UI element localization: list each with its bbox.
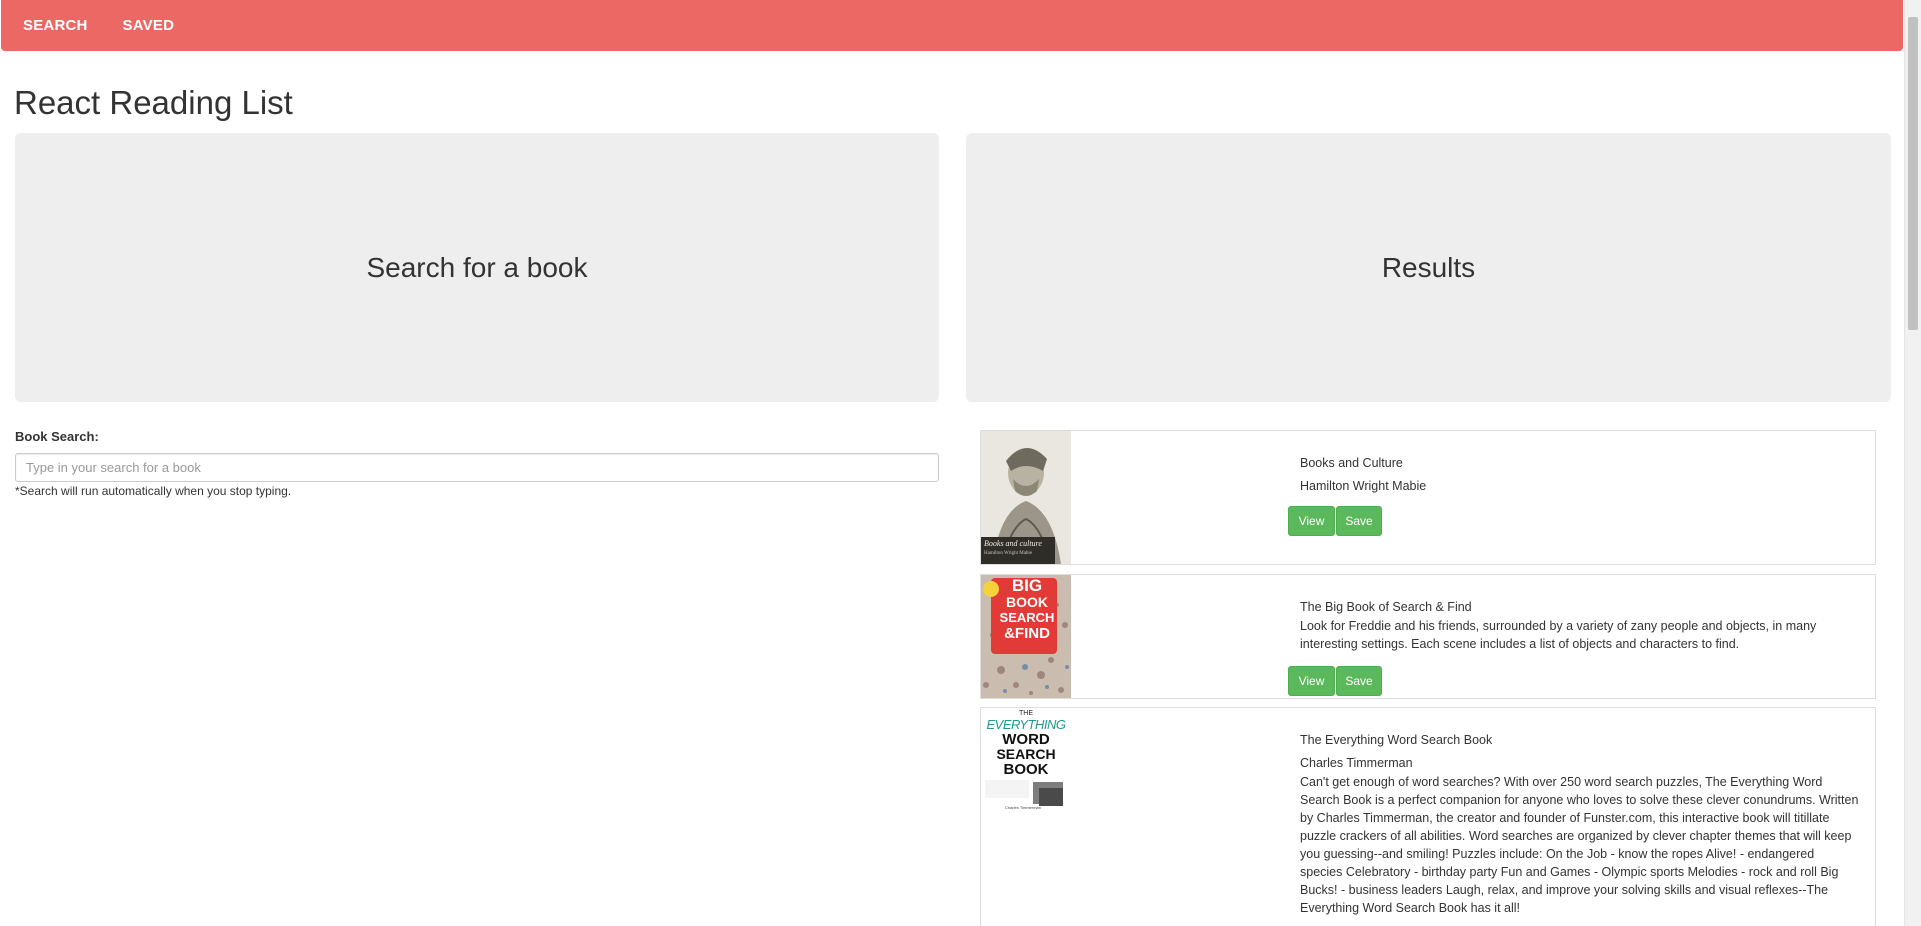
book-author: Charles Timmerman: [1300, 756, 1413, 770]
book-search-input[interactable]: [15, 453, 939, 482]
view-button[interactable]: View: [1288, 666, 1335, 696]
book-title: Books and Culture: [1300, 456, 1403, 470]
book-description: Look for Freddie and his friends, surrou…: [1300, 619, 1817, 651]
scrollbar-thumb[interactable]: [1908, 17, 1918, 330]
cover-line: SEARCH: [996, 746, 1056, 762]
view-button[interactable]: View: [1288, 506, 1335, 536]
result-card: Books and culture Hamilton Wright Mabie …: [980, 430, 1876, 565]
page-scrollbar[interactable]: [1904, 0, 1921, 926]
result-card: BIG BOOK SEARCH &FIND The Big Book of Se…: [980, 574, 1876, 699]
cover-line: &FIND: [1004, 625, 1050, 642]
save-button[interactable]: Save: [1336, 666, 1382, 696]
page-title: React Reading List: [14, 84, 293, 121]
book-cover-image: BIG BOOK SEARCH &FIND: [981, 575, 1071, 698]
cover-line: WORD: [1002, 731, 1050, 748]
cover-author-text: Charles Timmerman: [1005, 805, 1042, 810]
cover-line: BOOK: [1006, 594, 1048, 610]
book-cover-image: Books and culture Hamilton Wright Mabie: [981, 431, 1071, 564]
cover-author-text: Hamilton Wright Mabie: [984, 551, 1033, 556]
search-jumbotron-heading: Search for a book: [366, 251, 588, 283]
cover-line: EVERYTHING: [986, 717, 1066, 732]
cover-line: BOOK: [1003, 761, 1049, 778]
nav-search-link[interactable]: SEARCH: [23, 17, 88, 34]
book-description: Can't get enough of word searches? With …: [1300, 775, 1859, 915]
save-button[interactable]: Save: [1336, 506, 1382, 536]
result-card: THE EVERYTHING WORD SEARCH BOOK Charles …: [980, 707, 1876, 926]
book-author: Hamilton Wright Mabie: [1300, 479, 1427, 493]
results-jumbotron-heading: Results: [1381, 251, 1476, 283]
cover-title-text: Books and culture: [984, 539, 1042, 548]
top-navbar: SEARCH SAVED: [1, 0, 1903, 51]
search-jumbotron: Search for a book: [15, 133, 939, 402]
book-cover-image: THE EVERYTHING WORD SEARCH BOOK Charles …: [981, 708, 1071, 814]
results-jumbotron: Results: [966, 133, 1891, 402]
book-title: The Big Book of Search & Find: [1300, 600, 1472, 614]
nav-saved-link[interactable]: SAVED: [123, 17, 175, 34]
book-title: The Everything Word Search Book: [1300, 733, 1493, 747]
book-search-label: Book Search:: [15, 429, 99, 444]
cover-line: BIG: [1011, 576, 1043, 595]
cover-line: SEARCH: [999, 610, 1055, 625]
search-hint-text: *Search will run automatically when you …: [15, 484, 292, 498]
